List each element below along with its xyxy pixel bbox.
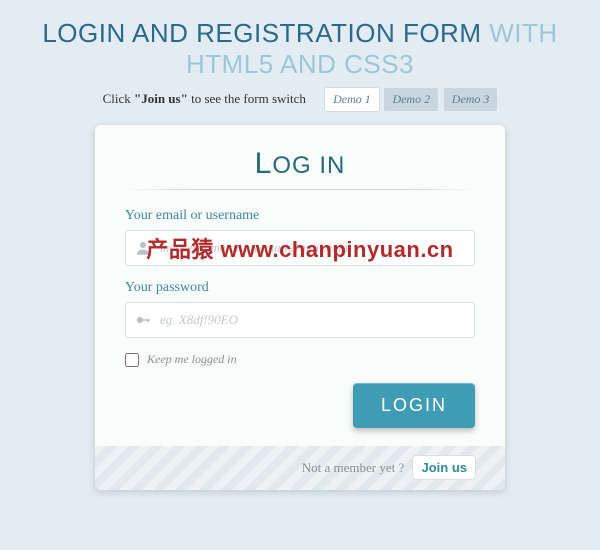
card-footer: Not a member yet ? Join us <box>95 446 505 490</box>
password-field[interactable] <box>160 312 466 328</box>
instruction-line: Click "Join us" to see the form switch D… <box>0 88 600 111</box>
email-label: Your email or username <box>125 208 475 224</box>
demo-3-button[interactable]: Demo 3 <box>444 88 498 111</box>
join-us-link[interactable]: Join us <box>413 456 475 479</box>
footer-question: Not a member yet ? <box>302 460 405 475</box>
keep-logged-checkbox[interactable] <box>125 353 139 367</box>
password-label: Your password <box>125 280 475 296</box>
title-part-1: LOGIN AND REGISTRATION FORM <box>42 18 481 48</box>
keep-logged-label: Keep me logged in <box>147 352 237 367</box>
email-field[interactable] <box>160 240 466 256</box>
password-input-wrap[interactable] <box>125 302 475 338</box>
login-card: LOG IN Your email or username Your passw… <box>95 125 505 490</box>
key-icon <box>134 311 152 329</box>
demo-buttons: Demo 1 Demo 2 Demo 3 <box>323 88 497 111</box>
user-icon <box>134 239 152 257</box>
divider <box>125 189 475 190</box>
keep-logged-row: Keep me logged in <box>125 352 475 367</box>
login-button[interactable]: LOGIN <box>353 383 475 428</box>
page-title: LOGIN AND REGISTRATION FORM WITH HTML5 A… <box>0 0 600 88</box>
form-title: LOG IN <box>125 147 475 181</box>
demo-2-button[interactable]: Demo 2 <box>384 88 438 111</box>
instruction-text: Click "Join us" to see the form switch <box>103 91 310 106</box>
submit-row: LOGIN <box>125 383 475 428</box>
demo-1-button[interactable]: Demo 1 <box>325 88 379 111</box>
email-input-wrap[interactable] <box>125 230 475 266</box>
